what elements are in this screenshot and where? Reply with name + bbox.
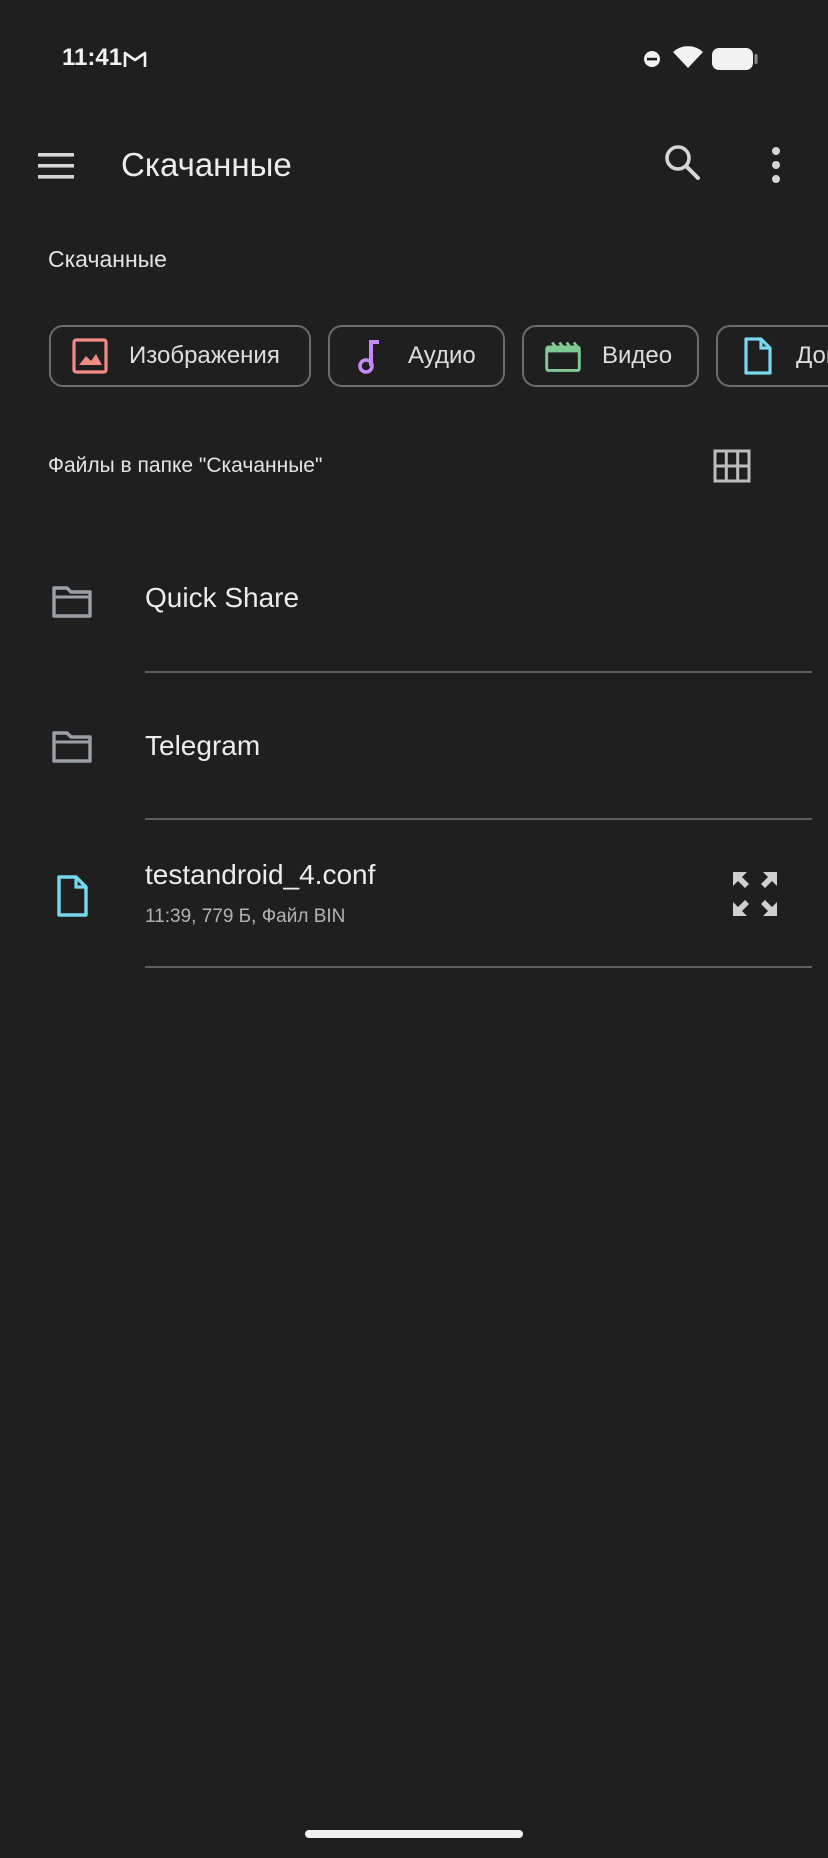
- document-icon: [738, 337, 776, 375]
- chip-audio-label: Аудио: [408, 342, 476, 369]
- chip-audio[interactable]: Аудио: [328, 325, 505, 387]
- menu-icon[interactable]: [30, 140, 82, 192]
- folder-icon: [52, 586, 92, 618]
- document-icon: [57, 875, 88, 917]
- status-bar: 11:41: [0, 0, 828, 120]
- expand-icon[interactable]: [730, 869, 780, 919]
- status-time: 11:41: [62, 44, 123, 71]
- page-title: Скачанные: [121, 146, 292, 183]
- image-icon: [71, 337, 109, 375]
- movie-icon: [544, 337, 582, 375]
- gmail-icon: [123, 51, 147, 67]
- more-vert-icon[interactable]: [762, 138, 790, 192]
- file-name: testandroid_4.conf: [145, 859, 376, 890]
- divider: [145, 966, 812, 968]
- list-item-testandroid-conf[interactable]: testandroid_4.conf 11:39, 779 Б, Файл BI…: [0, 855, 828, 971]
- chip-images[interactable]: Изображения: [49, 325, 311, 387]
- chip-images-label: Изображения: [129, 342, 280, 369]
- music-note-icon: [350, 337, 388, 375]
- chip-video-label: Видео: [602, 342, 673, 369]
- section-title: Файлы в папке "Скачанные": [48, 454, 323, 477]
- wifi-icon: [673, 46, 703, 68]
- gesture-nav-handle[interactable]: [305, 1830, 523, 1838]
- divider: [145, 818, 812, 820]
- breadcrumb[interactable]: Скачанные: [48, 246, 167, 273]
- list-item-telegram[interactable]: Telegram: [0, 708, 828, 822]
- list-item-quick-share[interactable]: Quick Share: [0, 560, 828, 674]
- category-chips: Изображения Аудио Видео До: [0, 325, 828, 391]
- battery-icon: [712, 48, 758, 70]
- file-name: Quick Share: [145, 582, 300, 613]
- grid-view-icon[interactable]: [712, 448, 752, 484]
- search-icon[interactable]: [658, 138, 708, 188]
- file-name: Telegram: [145, 730, 261, 761]
- dnd-icon: [644, 51, 660, 67]
- chip-documents-label: Документы: [796, 342, 828, 369]
- folder-icon: [52, 731, 92, 763]
- chip-video[interactable]: Видео: [522, 325, 699, 387]
- chip-documents[interactable]: Документы: [716, 325, 828, 387]
- file-meta: 11:39, 779 Б, Файл BIN: [145, 906, 346, 927]
- divider: [145, 671, 812, 673]
